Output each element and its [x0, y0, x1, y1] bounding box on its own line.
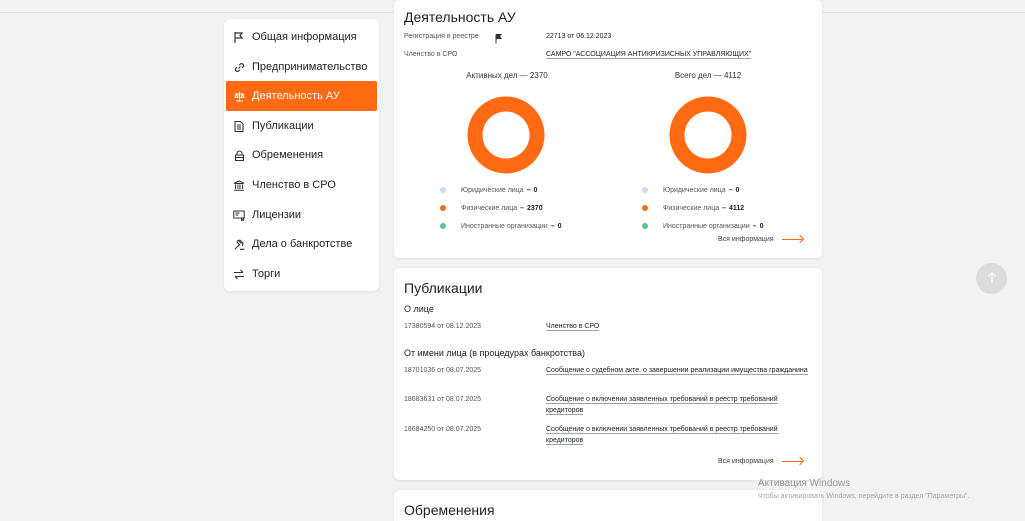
- sidebar-item-label: Предпринимательство: [252, 61, 368, 73]
- sidebar-item-label: Обременения: [252, 149, 324, 161]
- registry-label: Регистрация в реестре: [404, 33, 479, 40]
- legend-value: 0: [557, 222, 562, 230]
- legend-label: Иностранные организации: [663, 222, 750, 230]
- registry-value: 22713 от 06.12.2023: [546, 33, 612, 40]
- encumbrances-title: Обременения: [404, 502, 495, 518]
- legend-sep: –: [520, 204, 525, 212]
- legend-item: Физические лица – 2370: [440, 199, 561, 217]
- legend-value: 0: [759, 222, 764, 230]
- donut-chart-active: [467, 96, 545, 174]
- legend-sep: –: [722, 204, 727, 212]
- legend-sep: –: [752, 222, 757, 230]
- sro-link[interactable]: САМРО "АССОЦИАЦИЯ АНТИКРИЗИСНЫХ УПРАВЛЯЮ…: [546, 51, 752, 59]
- publication-link-text: Сообщение о включении заявленных требова…: [546, 396, 778, 415]
- legend-label: Физические лица: [461, 204, 518, 212]
- legend-dot: [440, 223, 446, 229]
- more-link-label: Вся информация: [718, 457, 774, 465]
- legend-active: Юридические лица – 0 Физические лица – 2…: [440, 181, 561, 235]
- legend-value: 4112: [729, 204, 745, 212]
- sidebar-item-licenses[interactable]: Лицензии: [226, 200, 377, 230]
- donut-slice-individuals: [669, 96, 747, 174]
- more-link-label: Вся информация: [718, 235, 774, 243]
- flag-icon: [232, 30, 246, 44]
- behalf-heading: От имени лица (в процедурах банкротства): [404, 348, 585, 358]
- sidebar-item-label: Торги: [252, 268, 281, 280]
- legend-value: 2370: [527, 204, 543, 212]
- legend-dot: [440, 187, 446, 193]
- publication-link-text: Сообщение о включении заявленных требова…: [546, 426, 778, 445]
- activity-more-link[interactable]: Вся информация: [718, 235, 804, 243]
- sidebar-item-general[interactable]: Общая информация: [226, 22, 377, 52]
- legend-dot: [642, 205, 648, 211]
- activity-title: Деятельность АУ: [404, 9, 516, 25]
- publication-link[interactable]: Сообщение о включении заявленных требова…: [546, 394, 808, 416]
- sidebar-item-label: Публикации: [252, 120, 314, 132]
- legend-label: Иностранные организации: [461, 222, 548, 230]
- gavel-icon: [232, 237, 246, 251]
- legend-value: 0: [735, 186, 740, 194]
- scroll-to-top-button[interactable]: [976, 263, 1007, 294]
- publication-id: 17380594 от 08.12.2023: [404, 323, 482, 330]
- publication-id: 18683631 от 08.07.2025: [404, 396, 482, 403]
- registry-flag-icon: [495, 31, 503, 49]
- publication-link[interactable]: Сообщение о включении заявленных требова…: [546, 424, 808, 446]
- about-heading: О лице: [404, 304, 434, 314]
- legend-value: 0: [533, 186, 538, 194]
- sidebar-item-business[interactable]: Предпринимательство: [226, 52, 377, 82]
- sro-label: Членство в СРО: [404, 51, 458, 58]
- sidebar-item-activity[interactable]: Деятельность АУ: [226, 81, 377, 111]
- donut-chart-total: [669, 96, 747, 174]
- sidebar-item-label: Дела о банкротстве: [252, 238, 353, 250]
- donut-slice-individuals: [467, 96, 545, 174]
- sidebar-item-auctions[interactable]: Торги: [226, 259, 377, 289]
- exchange-icon: [232, 267, 246, 281]
- sidebar-item-bankruptcy[interactable]: Дела о банкротстве: [226, 229, 377, 259]
- publications-title: Публикации: [404, 280, 483, 296]
- sidebar-item-encumbrances[interactable]: Обременения: [226, 140, 377, 170]
- sidebar-item-label: Лицензии: [252, 209, 302, 221]
- publications-card: Публикации О лице 17380594 от 08.12.2023…: [394, 268, 822, 480]
- legend-item: Иностранные организации – 0: [642, 217, 763, 235]
- legend-dot: [642, 223, 648, 229]
- activity-card: Деятельность АУ Регистрация в реестре 22…: [394, 0, 822, 258]
- publication-id: 18701036 от 08.07.2025: [404, 367, 482, 374]
- legend-sep: –: [728, 186, 733, 194]
- publications-more-link[interactable]: Вся информация: [718, 457, 804, 465]
- legend-sep: –: [526, 186, 531, 194]
- publication-id: 18684250 от 08.07.2025: [404, 426, 482, 433]
- scales-icon: [232, 89, 246, 103]
- legend-label: Юридические лица: [461, 186, 524, 194]
- publication-link[interactable]: Сообщение о судебном акте. о завершении …: [546, 365, 808, 376]
- sidebar-item-label: Общая информация: [252, 31, 357, 43]
- arrow-up-icon: [987, 271, 997, 287]
- document-icon: [232, 119, 246, 133]
- legend-dot: [642, 187, 648, 193]
- legend-sep: –: [550, 222, 555, 230]
- legend-label: Физические лица: [663, 204, 720, 212]
- windows-activation-text: Чтобы активировать Windows, перейдите в …: [758, 493, 970, 500]
- legend-item: Юридические лица – 0: [440, 181, 561, 199]
- legend-label: Юридические лица: [663, 186, 726, 194]
- legend-total: Юридические лица – 0 Физические лица – 4…: [642, 181, 763, 235]
- arrow-right-icon: [781, 457, 804, 465]
- arrow-right-icon: [781, 235, 804, 243]
- lock-icon: [232, 148, 246, 162]
- publication-link[interactable]: Членство в СРО: [546, 323, 600, 331]
- chart-title: Активных дел — 2370: [466, 71, 548, 80]
- sidebar-item-sro[interactable]: Членство в СРО: [226, 170, 377, 200]
- building-icon: [232, 178, 246, 192]
- link-icon: [232, 60, 246, 74]
- license-icon: [232, 208, 246, 222]
- windows-activation-title: Активация Windows: [758, 478, 851, 489]
- legend-dot: [440, 205, 446, 211]
- sidebar: Общая информация Предпринимательство Дея…: [224, 19, 379, 291]
- publication-link-text: Сообщение о судебном акте. о завершении …: [546, 367, 808, 375]
- legend-item: Физические лица – 4112: [642, 199, 763, 217]
- sidebar-item-label: Членство в СРО: [252, 179, 336, 191]
- chart-title: Всего дел — 4112: [674, 71, 742, 80]
- legend-item: Юридические лица – 0: [642, 181, 763, 199]
- sidebar-item-publications[interactable]: Публикации: [226, 111, 377, 141]
- sidebar-item-label: Деятельность АУ: [252, 90, 340, 102]
- legend-item: Иностранные организации – 0: [440, 217, 561, 235]
